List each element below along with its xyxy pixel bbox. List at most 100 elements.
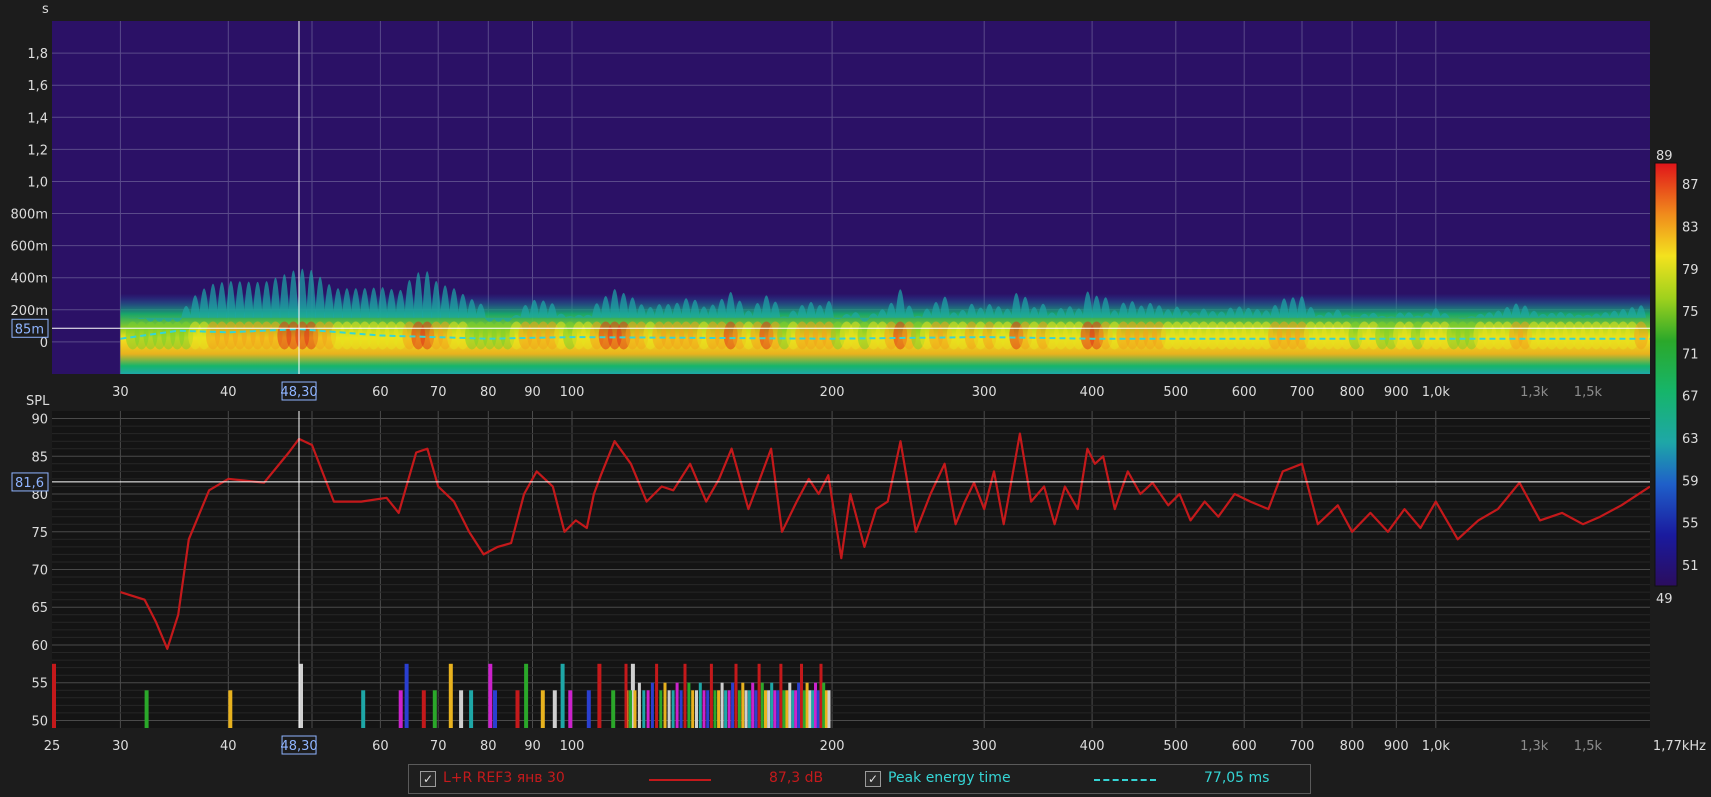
top-x-tick-label: 40 bbox=[220, 385, 237, 400]
marker-bar bbox=[448, 663, 453, 728]
marker-bar bbox=[228, 690, 233, 728]
bottom-y-tick-label: 75 bbox=[31, 526, 48, 541]
marker-bar bbox=[811, 690, 815, 728]
series1-swatch bbox=[649, 779, 711, 781]
colorbar: 89 49 87 83 79 75 71 67 63 59 55 51 bbox=[1654, 149, 1699, 607]
bottom-x-tick-label: 200 bbox=[820, 739, 845, 754]
series2-checkbox[interactable]: ✓ bbox=[865, 771, 881, 787]
marker-bar bbox=[655, 663, 659, 728]
top-x-tick-label: 1,3k bbox=[1520, 385, 1549, 400]
top-x-tick-label: 300 bbox=[972, 385, 997, 400]
marker-bar bbox=[691, 690, 695, 728]
heatmap-spot bbox=[1634, 321, 1649, 350]
marker-bar bbox=[797, 682, 801, 728]
marker-bar bbox=[709, 663, 713, 728]
bottom-x-tick-label: 60 bbox=[372, 739, 389, 754]
top-x-tick-label: 700 bbox=[1290, 385, 1315, 400]
colorbar-tick-label: 83 bbox=[1682, 220, 1699, 235]
marker-bar bbox=[637, 682, 641, 728]
colorbar-tick-label: 71 bbox=[1682, 347, 1699, 362]
colorbar-tick-label: 55 bbox=[1682, 517, 1699, 532]
top-y-tick-label: 1,0 bbox=[27, 176, 48, 191]
bottom-x-tick-label: 300 bbox=[972, 739, 997, 754]
marker-bar bbox=[713, 690, 717, 728]
marker-bar bbox=[782, 690, 786, 728]
marker-bar bbox=[706, 690, 710, 728]
marker-bar bbox=[586, 690, 591, 728]
marker-bar bbox=[702, 690, 706, 728]
colorbar-min-label: 49 bbox=[1656, 592, 1673, 607]
series1-label: L+R REF3 янв 30 bbox=[443, 770, 565, 786]
colorbar-tick-label: 59 bbox=[1682, 474, 1699, 489]
bottom-x-tick-label: 1,3k bbox=[1520, 739, 1549, 754]
top-x-tick-label: 400 bbox=[1080, 385, 1105, 400]
bottom-x-tick-label: 30 bbox=[112, 739, 129, 754]
marker-bar bbox=[760, 682, 764, 728]
marker-bar bbox=[822, 682, 826, 728]
marker-bar bbox=[805, 682, 809, 728]
series1-value: 87,3 dB bbox=[769, 770, 824, 786]
marker-bar bbox=[675, 682, 679, 728]
marker-bar bbox=[459, 690, 464, 728]
bottom-x-tick-label: 80 bbox=[480, 739, 497, 754]
top-x-tick-label: 30 bbox=[112, 385, 129, 400]
marker-bar bbox=[144, 690, 149, 728]
marker-bar bbox=[794, 690, 798, 728]
top-x-tick-label: 500 bbox=[1163, 385, 1188, 400]
marker-bar bbox=[493, 690, 497, 728]
marker-bar bbox=[488, 663, 493, 728]
bottom-x-tick-label: 500 bbox=[1163, 739, 1188, 754]
legend-bar: ✓ L+R REF3 янв 30 87,3 dB ✓ Peak energy … bbox=[408, 764, 1311, 794]
marker-bar bbox=[727, 690, 731, 728]
bottom-y-tick-label: 90 bbox=[31, 413, 48, 428]
top-y-tick-label: 400m bbox=[11, 272, 48, 287]
top-x-tick-label: 600 bbox=[1232, 385, 1257, 400]
marker-bar bbox=[540, 690, 545, 728]
marker-bar bbox=[785, 690, 789, 728]
top-x-tick-label: 90 bbox=[524, 385, 541, 400]
top-x-tick-label: 900 bbox=[1384, 385, 1409, 400]
marker-bar bbox=[683, 663, 687, 728]
marker-bar bbox=[776, 690, 780, 728]
marker-bar bbox=[650, 682, 654, 728]
rew-analysis-plot: 30 40 60 70 80 90 100 200 300 400 500 600 700 800 900 1… bbox=[11, 2, 1706, 755]
bottom-x-tick-label: 600 bbox=[1232, 739, 1257, 754]
marker-bar bbox=[404, 663, 409, 728]
marker-bar bbox=[432, 690, 437, 728]
bottom-y-tick-label: 50 bbox=[31, 715, 48, 730]
series1-checkbox[interactable]: ✓ bbox=[420, 771, 436, 787]
cursor-spl-label: 81,6 bbox=[15, 476, 44, 491]
bottom-y-tick-label: 85 bbox=[31, 450, 48, 465]
marker-bar bbox=[741, 682, 745, 728]
marker-bar bbox=[788, 682, 792, 728]
marker-bar bbox=[698, 682, 702, 728]
bottom-x-tick-label: 1,5k bbox=[1574, 739, 1603, 754]
top-y-tick-label: 1,4 bbox=[27, 111, 48, 126]
bottom-x-tick-label: 25 bbox=[44, 739, 61, 754]
marker-bar bbox=[663, 682, 667, 728]
bottom-x-tick-label: 90 bbox=[524, 739, 541, 754]
marker-bar bbox=[695, 690, 698, 728]
bottom-x-tick-label: 100 bbox=[560, 739, 585, 754]
bottom-x-tick-label: 900 bbox=[1384, 739, 1409, 754]
marker-bar bbox=[469, 690, 474, 728]
marker-bar bbox=[633, 690, 637, 728]
top-x-tick-label: 200 bbox=[820, 385, 845, 400]
cursor-time-label: 85m bbox=[15, 322, 44, 337]
marker-bar bbox=[731, 682, 735, 728]
bottom-y-tick-label: 60 bbox=[31, 639, 48, 654]
marker-bar bbox=[724, 690, 728, 728]
top-x-tick-label: 1,5k bbox=[1574, 385, 1603, 400]
marker-bar bbox=[629, 690, 632, 728]
marker-bar bbox=[515, 690, 520, 728]
bottom-x-tick-label: 800 bbox=[1340, 739, 1365, 754]
marker-bar bbox=[791, 690, 795, 728]
colorbar-tick-label: 51 bbox=[1682, 559, 1699, 574]
marker-bar bbox=[734, 663, 738, 728]
marker-bar bbox=[737, 690, 741, 728]
top-x-tick-label: 100 bbox=[560, 385, 585, 400]
marker-bar bbox=[808, 690, 812, 728]
bottom-x-tick-label: 400 bbox=[1080, 739, 1105, 754]
bottom-x-tick-label: 1,77kHz bbox=[1653, 739, 1706, 754]
marker-bar bbox=[52, 663, 56, 728]
